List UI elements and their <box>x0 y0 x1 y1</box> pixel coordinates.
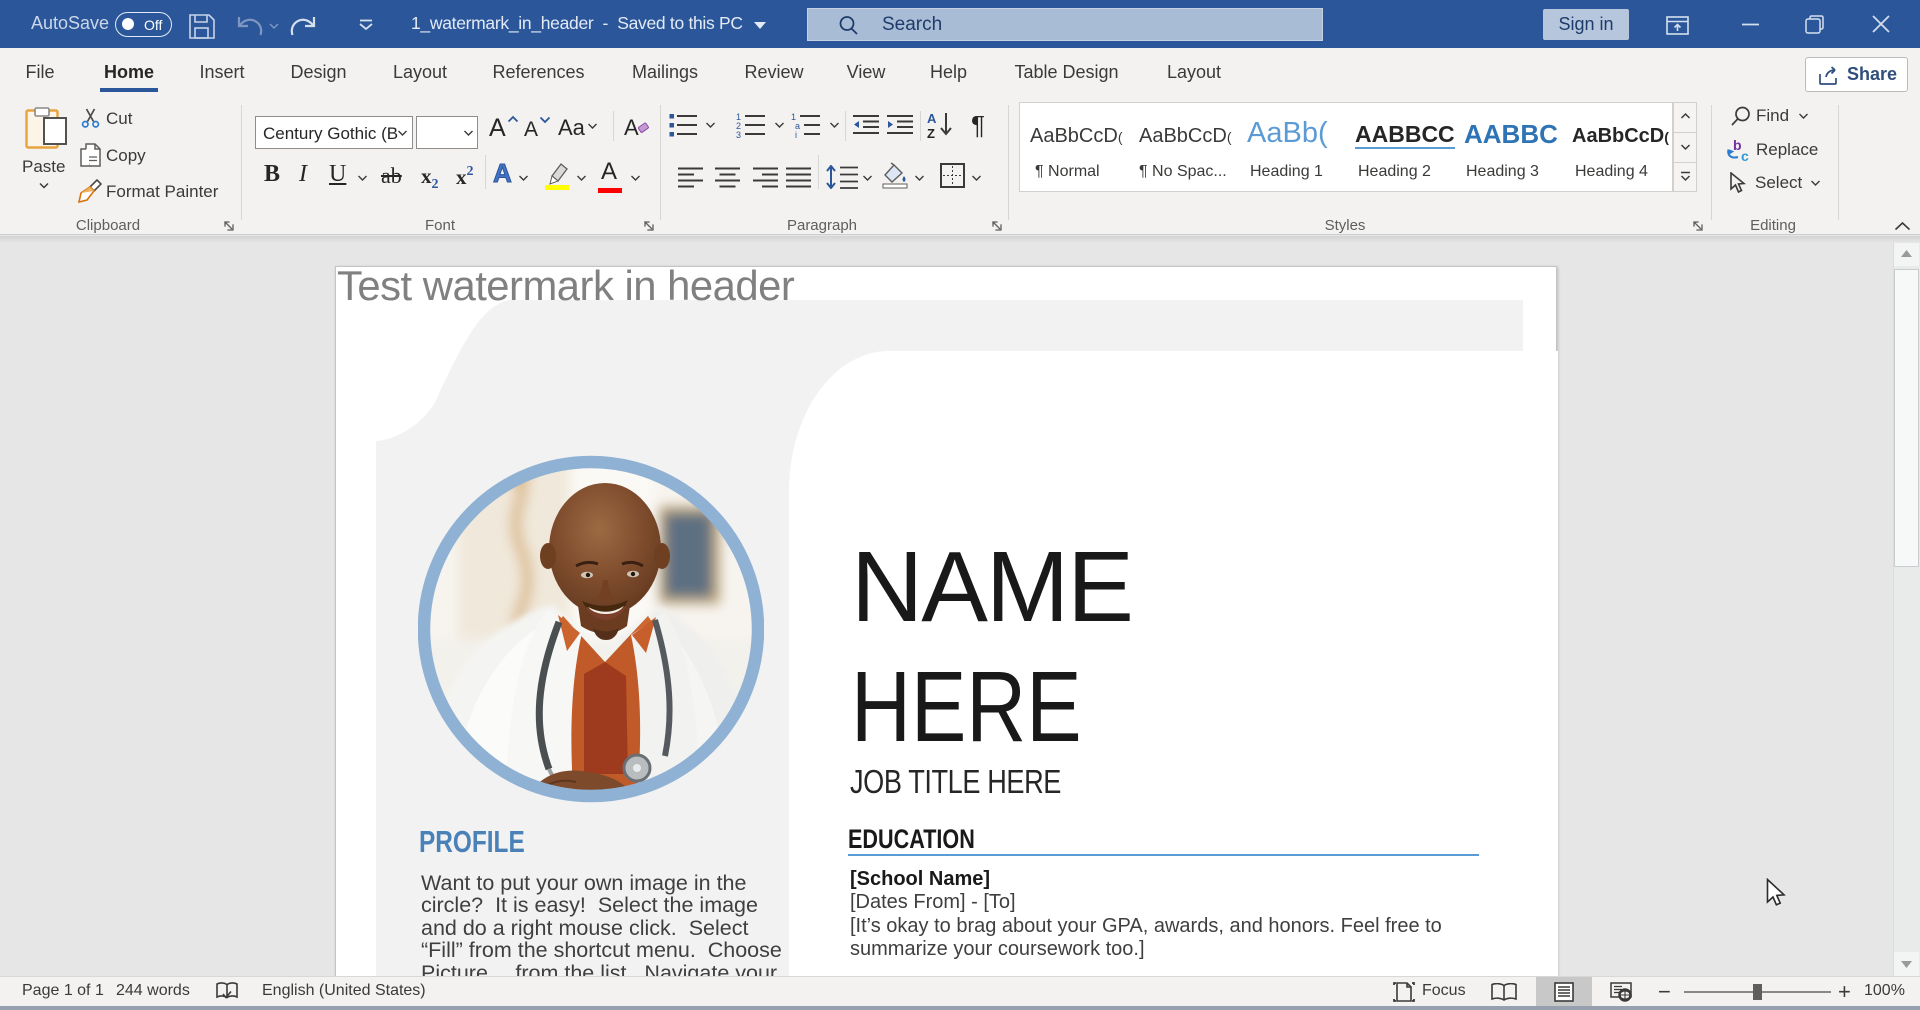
svg-text:Z: Z <box>927 126 935 139</box>
svg-text:A: A <box>927 111 937 126</box>
svg-text:3: 3 <box>736 130 741 138</box>
svg-text:c: c <box>1741 148 1749 163</box>
svg-text:i: i <box>795 130 797 138</box>
